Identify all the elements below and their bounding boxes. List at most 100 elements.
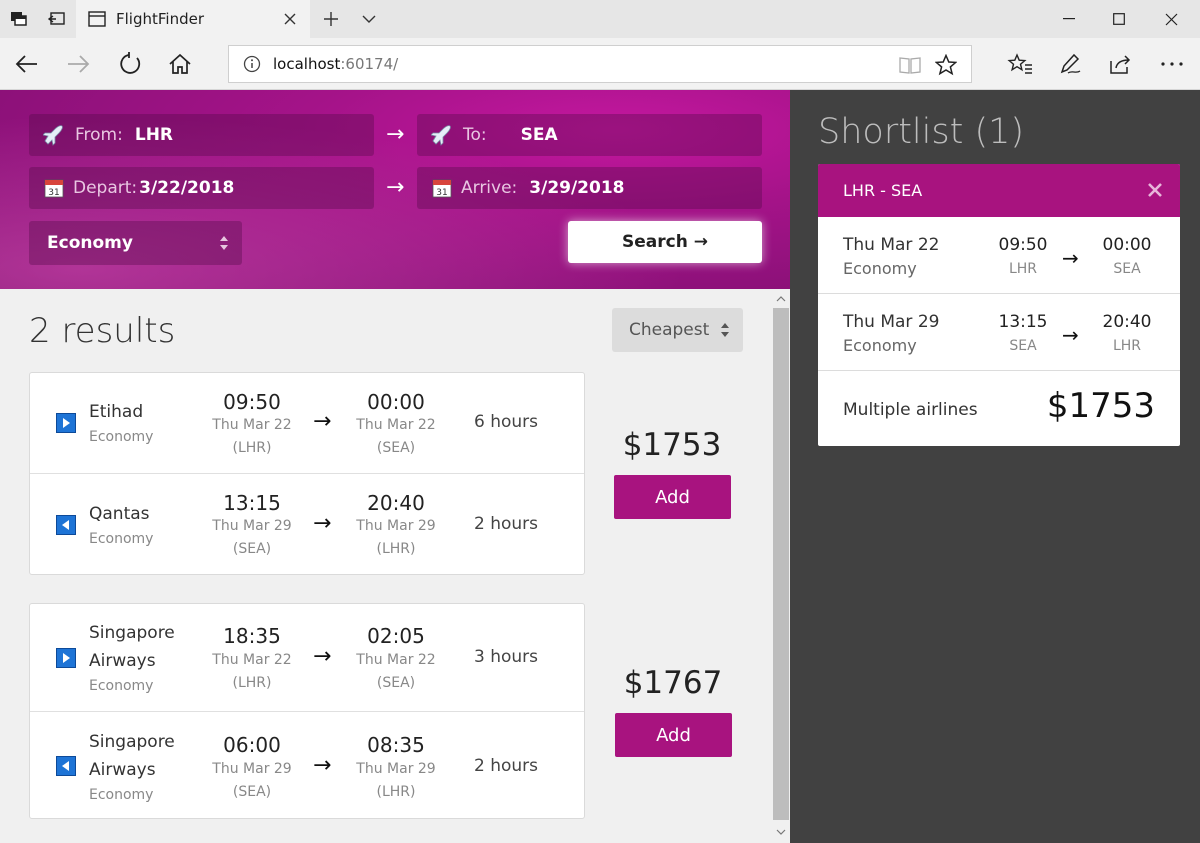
select-updown-icon xyxy=(220,236,228,250)
leg-outbound: Etihad Economy 09:50 Thu Mar 22 (LHR) → … xyxy=(30,373,584,473)
calendar-icon: 31 xyxy=(431,177,453,199)
result-price: $1753 xyxy=(622,427,722,463)
cabin-class: Economy xyxy=(89,787,154,803)
scrollbar-thumb[interactable] xyxy=(773,308,789,820)
arrival-date: Thu Mar 29 xyxy=(356,518,436,534)
departure-airport: (SEA) xyxy=(232,784,272,800)
depart-field[interactable]: 31 Depart: 3/22/2018 xyxy=(29,167,374,209)
arrive-value: 3/29/2018 xyxy=(529,178,625,198)
outbound-direction-icon xyxy=(56,413,76,433)
reading-view-icon[interactable] xyxy=(899,54,921,76)
forward-arrow-icon[interactable] xyxy=(58,44,98,84)
results-area: 2 results Cheapest Etihad Economy 09:50 … xyxy=(0,289,772,843)
cabin-class-value: Economy xyxy=(47,233,133,253)
departure-time: 09:50 xyxy=(998,235,1048,255)
search-button[interactable]: Search → xyxy=(568,221,762,263)
airplane-icon xyxy=(43,124,65,146)
arrival-code: SEA xyxy=(1113,261,1141,277)
web-note-pen-icon[interactable] xyxy=(1050,44,1090,84)
back-arrow-icon[interactable] xyxy=(7,44,47,84)
sort-select[interactable]: Cheapest xyxy=(612,308,743,352)
remove-from-shortlist-icon[interactable] xyxy=(1147,182,1163,198)
airline-name: Singapore xyxy=(89,623,175,643)
url-text: localhost:60174/ xyxy=(273,55,399,73)
home-icon[interactable] xyxy=(160,44,200,84)
departure-date: Thu Mar 22 xyxy=(212,652,292,668)
departure-airport: (LHR) xyxy=(232,440,272,456)
add-to-shortlist-button[interactable]: Add xyxy=(614,475,731,519)
flight-duration: 2 hours xyxy=(474,514,539,534)
departure-date: Thu Mar 29 xyxy=(212,518,292,534)
leg-return: Qantas Economy 13:15 Thu Mar 29 (SEA) → … xyxy=(30,473,584,574)
leg-date: Thu Mar 22 xyxy=(843,235,940,255)
arrival-time: 00:00 xyxy=(1102,235,1152,255)
leg-date: Thu Mar 29 xyxy=(843,312,940,332)
favorites-hub-icon[interactable] xyxy=(1000,44,1040,84)
from-label: From: xyxy=(75,125,123,145)
leg-outbound: Singapore Airways Economy 18:35 Thu Mar … xyxy=(30,604,584,711)
departure-airport: (LHR) xyxy=(232,675,272,691)
route-arrow: → xyxy=(386,122,405,147)
tab-preview-chevron-icon[interactable] xyxy=(350,0,388,38)
arrive-field[interactable]: 31 Arrive: 3/29/2018 xyxy=(417,167,762,209)
cabin-class-select[interactable]: Economy xyxy=(29,221,242,265)
cabin-class: Economy xyxy=(89,429,154,445)
close-tab-icon[interactable] xyxy=(280,9,300,29)
tab-flightfinder[interactable]: FlightFinder xyxy=(76,0,310,38)
flight-duration: 2 hours xyxy=(474,756,539,776)
leg-arrow: → xyxy=(313,644,332,669)
arrival-code: LHR xyxy=(1112,338,1142,354)
arrival-date: Thu Mar 22 xyxy=(356,652,436,668)
shortlist-card-header: LHR - SEA xyxy=(818,164,1180,217)
to-label: To: xyxy=(463,125,487,145)
url-input[interactable]: localhost:60174/ xyxy=(228,45,972,83)
tab-title: FlightFinder xyxy=(116,10,205,28)
leg-cabin: Economy xyxy=(843,336,917,355)
calendar-icon: 31 xyxy=(43,177,65,199)
departure-code: LHR xyxy=(1008,261,1038,277)
shortlist-title: Shortlist (1) xyxy=(818,112,1025,152)
departure-code: SEA xyxy=(1009,338,1037,354)
airline-name: Qantas xyxy=(89,504,150,524)
tab-manager-icon[interactable] xyxy=(0,0,38,38)
scroll-up-arrow-icon[interactable] xyxy=(775,293,787,305)
outbound-direction-icon xyxy=(56,648,76,668)
maximize-icon[interactable] xyxy=(1094,0,1144,38)
arrival-time: 00:00 xyxy=(367,390,425,414)
site-info-icon[interactable] xyxy=(243,55,261,73)
share-icon[interactable] xyxy=(1100,44,1140,84)
result-price: $1767 xyxy=(623,665,723,701)
shortlist-total-price: $1753 xyxy=(1046,386,1155,426)
shortlist-card: LHR - SEA Thu Mar 22 Economy 09:50 LHR →… xyxy=(818,164,1180,446)
leg-arrow: → xyxy=(313,511,332,536)
results-scrollbar[interactable] xyxy=(772,289,790,843)
scroll-down-arrow-icon[interactable] xyxy=(775,826,787,838)
refresh-icon[interactable] xyxy=(110,44,150,84)
departure-time: 06:00 xyxy=(223,733,281,757)
from-field[interactable]: From: LHR xyxy=(29,114,374,156)
favorite-star-icon[interactable] xyxy=(935,54,957,76)
shortlist-sidebar: Shortlist (1) LHR - SEA Thu Mar 22 Econo… xyxy=(790,90,1200,843)
more-options-icon[interactable] xyxy=(1152,44,1192,84)
result-card-1: Etihad Economy 09:50 Thu Mar 22 (LHR) → … xyxy=(29,372,585,575)
arrival-time: 20:40 xyxy=(367,491,425,515)
to-field[interactable]: To: SEA xyxy=(417,114,762,156)
arrival-date: Thu Mar 29 xyxy=(356,761,436,777)
page-content: From: LHR → To: SEA 31 Depart: 3/22/2018… xyxy=(0,90,1200,843)
set-tabs-aside-icon[interactable] xyxy=(38,0,76,38)
leg-return: Singapore Airways Economy 06:00 Thu Mar … xyxy=(30,711,584,818)
new-tab-icon[interactable] xyxy=(312,0,350,38)
close-window-icon[interactable] xyxy=(1146,0,1196,38)
minimize-icon[interactable] xyxy=(1044,0,1094,38)
departure-time: 13:15 xyxy=(223,491,281,515)
arrival-time: 02:05 xyxy=(367,624,425,648)
cabin-class: Economy xyxy=(89,531,154,547)
return-direction-icon xyxy=(56,756,76,776)
shortlist-leg-outbound: Thu Mar 22 Economy 09:50 LHR → 00:00 SEA xyxy=(818,217,1180,294)
departure-date: Thu Mar 29 xyxy=(212,761,292,777)
arrival-airport: (SEA) xyxy=(376,675,416,691)
sort-value: Cheapest xyxy=(629,320,710,340)
date-arrow: → xyxy=(386,175,405,200)
leg-arrow: → xyxy=(313,409,332,434)
add-to-shortlist-button[interactable]: Add xyxy=(615,713,732,757)
